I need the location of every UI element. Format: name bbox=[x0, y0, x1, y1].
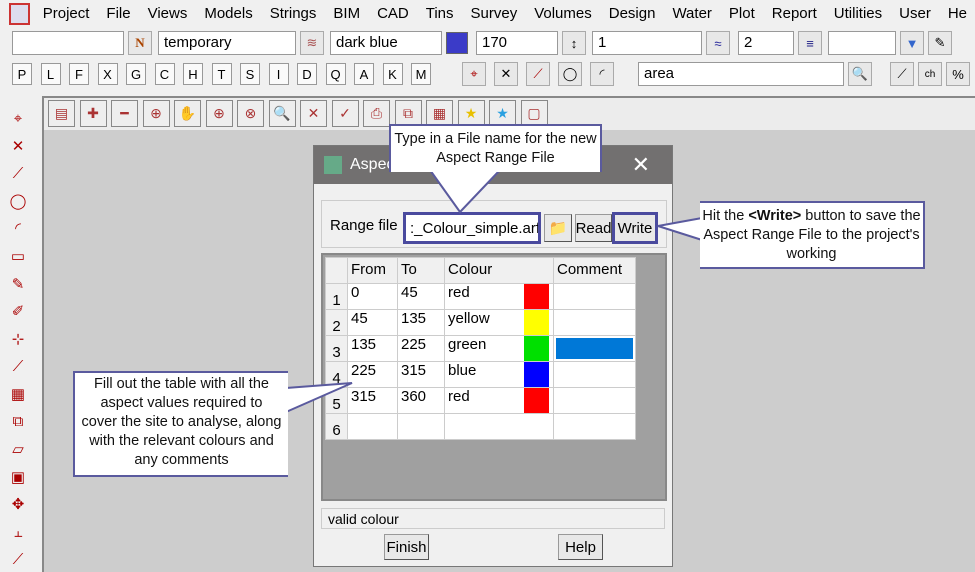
callout-pointers bbox=[285, 169, 703, 414]
callout-top: Type in a File name for the new Aspect R… bbox=[389, 124, 602, 172]
callout-right-text: Hit the bbox=[702, 208, 749, 224]
pointer-left bbox=[285, 382, 353, 414]
pointer-top bbox=[428, 169, 503, 214]
callout-left: Fill out the table with all the aspect v… bbox=[73, 371, 288, 477]
callout-right: Hit the <Write> button to save the Aspec… bbox=[700, 201, 925, 269]
pointer-right bbox=[657, 216, 703, 242]
callout-right-bold: <Write> bbox=[748, 208, 802, 224]
